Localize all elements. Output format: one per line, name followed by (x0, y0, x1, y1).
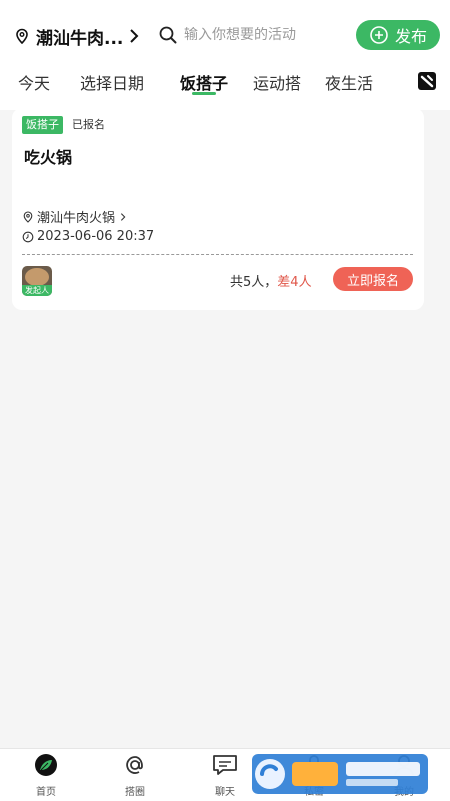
at-icon (126, 756, 143, 774)
total-people: 共5人 (230, 275, 265, 290)
active-tab-indicator (192, 92, 216, 95)
category-tabs: 今天 选择日期 饭搭子 运动搭 夜生活 (0, 62, 450, 102)
tab-select-date[interactable]: 选择日期 (80, 70, 144, 94)
search-input[interactable] (184, 27, 344, 43)
organizer-badge: 发起人 (22, 285, 52, 296)
category-badge: 饭搭子 (22, 116, 63, 134)
dashed-divider (22, 254, 413, 255)
location-pin-icon (23, 210, 33, 223)
tab-today[interactable]: 今天 (18, 70, 50, 94)
datetime-text: 2023-06-06 20:37 (37, 229, 155, 244)
leaf-icon (35, 754, 57, 776)
chat-icon (213, 755, 237, 775)
nav-circle[interactable]: 搭圈 (105, 753, 165, 798)
location-selector[interactable]: 潮汕牛肉... (14, 22, 139, 50)
nav-home-label: 首页 (36, 787, 56, 798)
publish-button[interactable]: 发布 (356, 20, 440, 50)
top-bar: 潮汕牛肉... 发布 今天 选择日期 饭搭子 运动搭 夜生活 (0, 0, 450, 110)
join-button[interactable]: 立即报名 (333, 267, 413, 291)
publish-label: 发布 (394, 27, 427, 46)
tab-sports-buddy[interactable]: 运动搭 (253, 70, 301, 94)
plus-circle-icon (370, 26, 388, 44)
signup-status: 已报名 (72, 118, 105, 131)
activity-address[interactable]: 潮汕牛肉火锅 (22, 207, 128, 226)
nav-circle-label: 搭圈 (125, 787, 145, 798)
activity-card[interactable]: 饭搭子 已报名 吃火锅 潮汕牛肉火锅 2023-06-06 20:37 发起人 … (12, 108, 424, 310)
chevron-right-icon (120, 212, 126, 221)
address-text: 潮汕牛肉火锅 (37, 211, 116, 226)
nav-home[interactable]: 首页 (16, 753, 76, 798)
tab-meal-buddy[interactable]: 饭搭子 (180, 70, 228, 94)
nav-chat-label: 聊天 (215, 787, 235, 798)
search-box[interactable] (152, 20, 348, 50)
chevron-right-icon (130, 29, 139, 43)
location-pin-icon (16, 28, 28, 44)
activity-time: 2023-06-06 20:37 (22, 229, 154, 244)
tab-nightlife[interactable]: 夜生活 (325, 70, 373, 94)
clock-icon (22, 231, 34, 242)
organizer-avatar[interactable]: 发起人 (22, 266, 52, 296)
remaining-people: 差4人 (277, 275, 312, 290)
search-icon (159, 26, 177, 44)
activity-title: 吃火锅 (24, 148, 73, 167)
filter-icon[interactable] (416, 70, 438, 92)
site-watermark-logo (252, 754, 428, 794)
location-label: 潮汕牛肉... (36, 28, 124, 49)
count-separator: ， (264, 275, 278, 290)
participant-count: 共5人，差4人 (230, 271, 312, 290)
avatar-image (25, 268, 49, 286)
